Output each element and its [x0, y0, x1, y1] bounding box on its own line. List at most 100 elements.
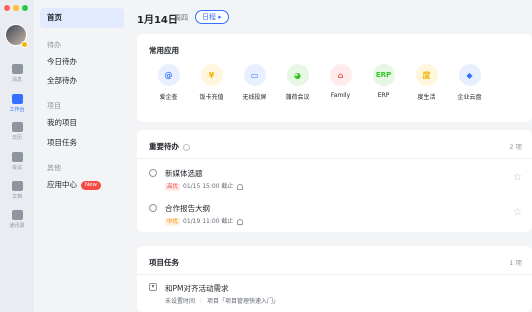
- card-title-text: 重要待办: [149, 142, 179, 151]
- important-todo-card: 重要待办 2 项 新媒体选题 高优 01/15 15:00 截止 ☆ 合作报告大纲…: [137, 130, 532, 232]
- task-count: 2 项: [509, 143, 522, 151]
- close-window-button[interactable]: [4, 5, 10, 11]
- status-badge: [21, 41, 28, 48]
- aiqicha-icon: @: [157, 64, 180, 86]
- rail-item-contacts[interactable]: 通讯录: [0, 210, 34, 229]
- rail-label: 日历: [11, 135, 22, 141]
- app-tile[interactable]: @ 爱企查: [147, 64, 190, 101]
- rail-label: 会议: [11, 165, 22, 171]
- nav-group-project: 项目: [47, 102, 61, 110]
- app-label: 饭卡充值: [199, 94, 224, 101]
- app-label: Family: [330, 92, 351, 99]
- common-apps-card: 常用应用 @ 爱企查 ¥ 饭卡充值 ▭ 无线投屏 ◕ 蒲荷会议 ⌂ Family ERP ERP 度度生…: [137, 34, 532, 122]
- app-label: 爱企查: [159, 94, 178, 101]
- nav-item-my-projects[interactable]: 我的项目: [40, 113, 124, 133]
- calendar-icon: [11, 122, 23, 132]
- nav-item-all-todo[interactable]: 全部待办: [40, 71, 124, 91]
- separator: |: [200, 298, 203, 305]
- priority-badge: 中优: [165, 218, 181, 226]
- cast-icon: ▭: [243, 64, 266, 86]
- nav-group-todo: 待办: [47, 41, 61, 49]
- nav-item-app-center[interactable]: 应用中心 New: [40, 175, 124, 195]
- task-time: 未设置时间: [165, 298, 196, 305]
- contacts-icon: [11, 210, 23, 220]
- app-tile[interactable]: 度度生活: [405, 64, 448, 101]
- app-label: 蒲荷会议: [285, 94, 310, 101]
- nav-group-other: 其他: [47, 164, 61, 172]
- card-title: 项目任务: [149, 258, 179, 267]
- minimize-window-button[interactable]: [13, 5, 19, 11]
- task-title: 合作报告大纲: [165, 204, 210, 213]
- workbench-nav: 首页 待办 今日待办 全部待办 项目 我的项目 项目任务 其他 应用中心 New: [34, 0, 129, 312]
- page-title: 1月14日: [137, 15, 178, 26]
- divider: [137, 274, 532, 275]
- doc-icon: [11, 181, 23, 191]
- maximize-window-button[interactable]: [22, 5, 28, 11]
- nav-item-project-tasks[interactable]: 项目任务: [40, 133, 124, 153]
- nav-item-today-todo[interactable]: 今日待办: [40, 52, 124, 72]
- chat-icon: [11, 64, 23, 74]
- priority-badge: 高优: [165, 183, 181, 191]
- video-icon: [11, 152, 23, 162]
- due-date: 01/19 11:00 截止: [183, 218, 234, 225]
- app-rail: 消息 工作台 日历 会议 文档 通讯录: [0, 0, 34, 312]
- card-title: 常用应用: [149, 46, 179, 55]
- rail-label: 通讯录: [9, 223, 25, 229]
- divider: [137, 158, 532, 159]
- app-label: 企业云盘: [457, 94, 482, 101]
- rail-label: 文档: [11, 194, 22, 200]
- star-icon[interactable]: ☆: [513, 207, 522, 218]
- app-label: 无线投屏: [242, 94, 267, 101]
- task-project: 项目「项目管理快速入门」: [207, 298, 280, 305]
- rail-label: 工作台: [9, 107, 25, 113]
- app-tile[interactable]: ▭ 无线投屏: [233, 64, 276, 101]
- bell-icon[interactable]: [237, 218, 244, 225]
- star-icon[interactable]: ☆: [513, 172, 522, 183]
- task-row[interactable]: ▾ 和PM对齐活动需求 未设置时间 | 项目「项目管理快速入门」: [149, 281, 522, 309]
- erp-icon: ERP: [372, 64, 395, 86]
- app-label: ERP: [377, 92, 390, 99]
- task-meta: 未设置时间 | 项目「项目管理快速入门」: [165, 296, 279, 305]
- app-grid: @ 爱企查 ¥ 饭卡充值 ▭ 无线投屏 ◕ 蒲荷会议 ⌂ Family ERP ERP 度度生活 ◆ 企业云…: [147, 64, 491, 101]
- rail-item-workbench[interactable]: 工作台: [0, 94, 34, 113]
- window-controls: [4, 5, 28, 11]
- rail-item-messages[interactable]: 消息: [0, 64, 34, 83]
- main-content: 1月14日 周四 日程 ▸ 常用应用 @ 爱企查 ¥ 饭卡充值 ▭ 无线投屏 ◕ 蒲荷会议 ⌂ F…: [129, 0, 532, 312]
- app-tile[interactable]: ⌂ Family: [319, 64, 362, 101]
- mealcard-icon: ¥: [200, 64, 223, 86]
- app-label: 度生活: [417, 94, 436, 101]
- rail-label: 消息: [11, 77, 22, 83]
- bell-icon[interactable]: [237, 183, 244, 190]
- rail-item-meetings[interactable]: 会议: [0, 152, 34, 171]
- complete-checkbox[interactable]: [149, 169, 157, 177]
- task-title: 新媒体选题: [165, 169, 203, 178]
- due-date: 01/15 15:00 截止: [183, 183, 234, 190]
- complete-checkbox[interactable]: [149, 204, 157, 212]
- app-tile[interactable]: ¥ 饭卡充值: [190, 64, 233, 101]
- rail-item-calendar[interactable]: 日历: [0, 122, 34, 141]
- workbench-icon: [11, 94, 23, 104]
- schedule-button[interactable]: 日程 ▸: [195, 10, 229, 24]
- info-icon[interactable]: [183, 143, 190, 151]
- nav-item-home[interactable]: 首页: [40, 8, 124, 28]
- task-meta: 高优 01/15 15:00 截止: [165, 181, 244, 191]
- task-meta: 中优 01/19 11:00 截止: [165, 216, 244, 226]
- weekday-label: 周四: [174, 14, 188, 22]
- app-tile[interactable]: ERP ERP: [362, 64, 405, 101]
- task-row[interactable]: 新媒体选题 高优 01/15 15:00 截止 ☆: [149, 166, 522, 194]
- meeting-icon: ◕: [286, 64, 309, 86]
- cloud-disk-icon: ◆: [458, 64, 481, 86]
- project-tasks-card: 项目任务 1 项 ▾ 和PM对齐活动需求 未设置时间 | 项目「项目管理快速入门」: [137, 246, 532, 312]
- nav-item-label: 应用中心: [47, 180, 77, 189]
- task-row[interactable]: 合作报告大纲 中优 01/19 11:00 截止 ☆: [149, 201, 522, 229]
- card-title: 重要待办: [149, 141, 190, 152]
- app-tile[interactable]: ◕ 蒲荷会议: [276, 64, 319, 101]
- task-count: 1 项: [509, 259, 522, 267]
- dushenghuo-icon: 度: [415, 64, 438, 86]
- new-badge: New: [81, 180, 101, 190]
- app-tile[interactable]: ◆ 企业云盘: [448, 64, 491, 101]
- expand-checkbox[interactable]: ▾: [149, 283, 157, 291]
- task-title: 和PM对齐活动需求: [165, 284, 229, 293]
- family-icon: ⌂: [329, 64, 352, 86]
- rail-item-docs[interactable]: 文档: [0, 181, 34, 200]
